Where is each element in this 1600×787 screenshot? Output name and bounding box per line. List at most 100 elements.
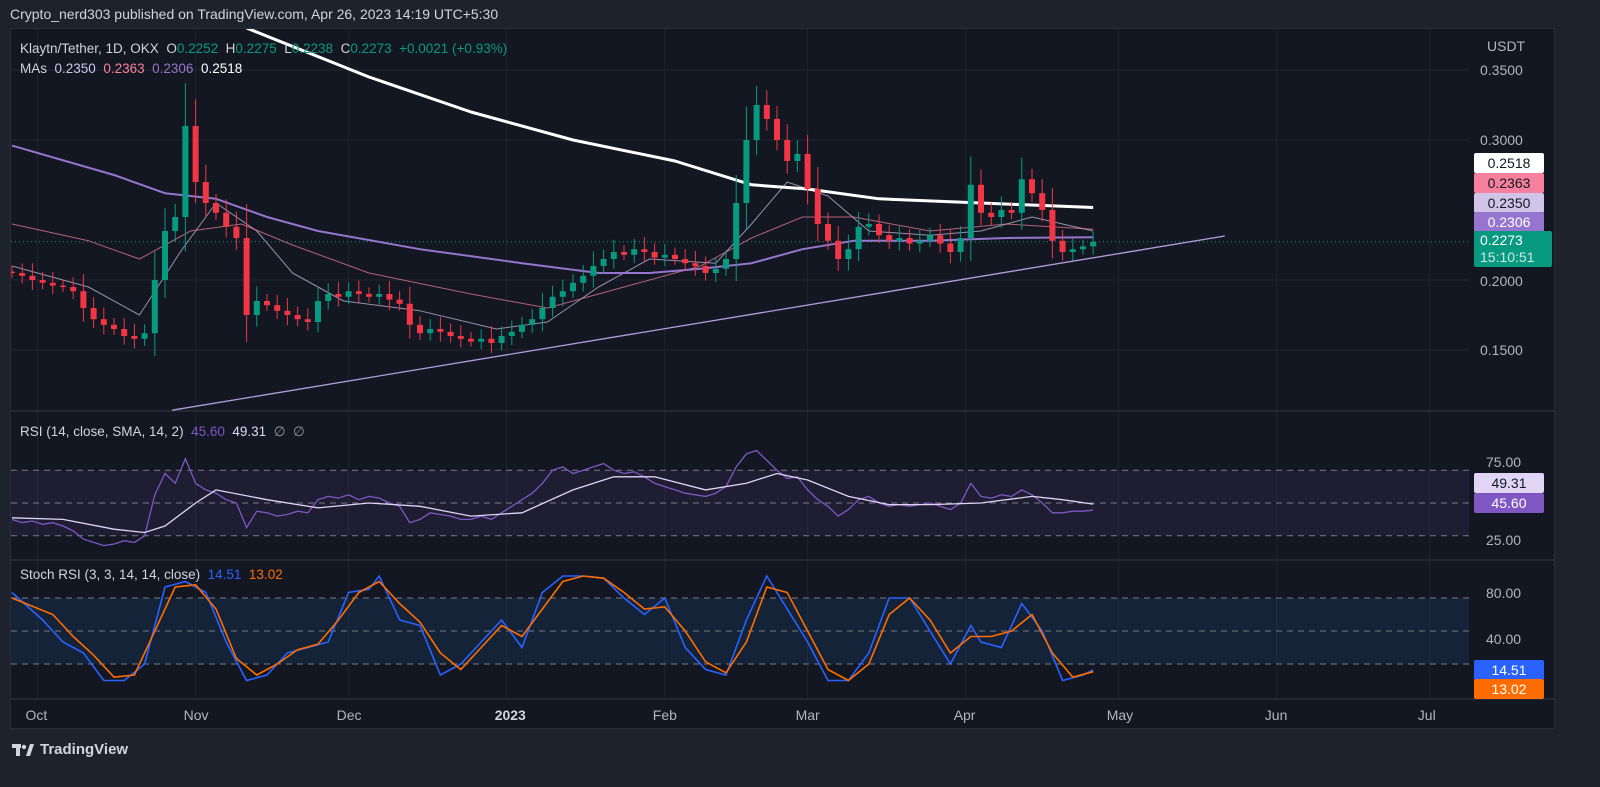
candle-body bbox=[794, 154, 801, 161]
candle-body bbox=[590, 266, 597, 276]
change-value: +0.0021 (+0.93%) bbox=[399, 41, 508, 56]
candle-body bbox=[1049, 210, 1056, 241]
candle-body bbox=[447, 331, 454, 336]
open-label: O bbox=[166, 41, 177, 56]
time-axis-label: Dec bbox=[336, 707, 362, 723]
candle-body bbox=[457, 336, 464, 339]
ma-label[interactable]: MAs bbox=[20, 61, 47, 76]
candle-body bbox=[355, 291, 362, 294]
candle-body bbox=[753, 105, 760, 140]
candle-body bbox=[1080, 246, 1086, 250]
close-value: 0.2273 bbox=[350, 41, 392, 56]
candle-body bbox=[417, 324, 423, 334]
candle-body bbox=[702, 266, 709, 273]
candle-body bbox=[1069, 249, 1076, 252]
ma100-line bbox=[11, 144, 1094, 274]
candle-body bbox=[957, 238, 964, 252]
candle-body bbox=[967, 184, 974, 238]
candle-body bbox=[580, 275, 587, 283]
candle-body bbox=[1018, 179, 1025, 213]
candle-body bbox=[621, 252, 627, 255]
time-axis-label: Jun bbox=[1264, 707, 1288, 723]
stoch-d-value: 13.02 bbox=[248, 567, 283, 582]
low-label: L bbox=[284, 41, 292, 56]
candle-body bbox=[264, 301, 270, 306]
ma50-price-tag: 0.2363 bbox=[1474, 173, 1544, 193]
last-price: 0.2273 bbox=[1480, 232, 1523, 248]
candle-body bbox=[253, 301, 260, 315]
candle-body bbox=[345, 291, 352, 297]
candle-body bbox=[151, 280, 158, 334]
candle-body bbox=[111, 324, 117, 329]
candle-body bbox=[529, 319, 536, 325]
candle-body bbox=[437, 329, 444, 332]
candle-body bbox=[519, 324, 525, 332]
candle-body bbox=[376, 294, 383, 297]
candle-body bbox=[488, 338, 495, 343]
candle-body bbox=[315, 301, 321, 322]
stoch-d-tag: 13.02 bbox=[1474, 679, 1544, 699]
candle-body bbox=[141, 333, 148, 339]
candle-body bbox=[886, 235, 893, 241]
rsi-legend: RSI (14, close, SMA, 14, 2) 45.60 49.31 … bbox=[20, 424, 305, 440]
candle-body bbox=[100, 319, 107, 325]
candle-body bbox=[651, 252, 658, 258]
candle-body bbox=[804, 154, 811, 189]
candle-body bbox=[121, 329, 128, 336]
candle-body bbox=[90, 308, 97, 320]
candle-body bbox=[274, 305, 281, 311]
symbol-name[interactable]: Klaytn/Tether, 1D, OKX bbox=[20, 41, 159, 56]
tradingview-logo-icon bbox=[12, 743, 34, 756]
candle-body bbox=[1090, 241, 1097, 247]
tradingview-logo[interactable]: TradingView bbox=[12, 741, 128, 758]
bar-countdown: 15:10:51 bbox=[1480, 249, 1535, 265]
rsi-tick: 25.00 bbox=[1486, 532, 1522, 548]
price-tick: 0.2000 bbox=[1480, 273, 1523, 289]
candle-body bbox=[243, 238, 250, 315]
high-value: 0.2275 bbox=[235, 41, 277, 56]
chart-canvas[interactable] bbox=[0, 0, 1600, 787]
last-price-tag: 0.2273 15:10:51 bbox=[1474, 231, 1552, 267]
ma200-value: 0.2518 bbox=[200, 61, 243, 76]
candle-body bbox=[733, 203, 740, 259]
candle-body bbox=[1059, 240, 1066, 252]
candle-body bbox=[549, 296, 556, 308]
candle-body bbox=[202, 182, 209, 203]
stoch-title[interactable]: Stoch RSI (3, 3, 14, 14, close) bbox=[20, 567, 200, 582]
candle-body bbox=[631, 249, 638, 255]
ma20-value: 0.2350 bbox=[54, 61, 96, 76]
stoch-k-value: 14.51 bbox=[207, 567, 242, 582]
candle-body bbox=[814, 189, 821, 224]
ma100-value: 0.2306 bbox=[152, 61, 194, 76]
candle-body bbox=[927, 235, 933, 241]
time-axis-label: May bbox=[1106, 707, 1134, 723]
ma50-value: 0.2363 bbox=[103, 61, 145, 76]
price-axis-unit: USDT bbox=[1487, 38, 1526, 54]
candle-body bbox=[213, 203, 219, 213]
candle-body bbox=[70, 287, 77, 292]
candle-body bbox=[406, 303, 413, 325]
candle-body bbox=[1039, 193, 1046, 210]
rsi-sma-value: 49.31 bbox=[232, 424, 267, 439]
candle-body bbox=[835, 240, 842, 259]
high-label: H bbox=[225, 41, 236, 56]
symbol-legend: Klaytn/Tether, 1D, OKX O0.2252 H0.2275 L… bbox=[20, 41, 507, 56]
candle-body bbox=[865, 224, 872, 227]
candle-body bbox=[396, 299, 403, 304]
time-axis-label: Nov bbox=[183, 707, 209, 723]
candle-body bbox=[19, 273, 26, 276]
candle-body bbox=[876, 224, 882, 236]
candle-body bbox=[294, 315, 301, 320]
rsi-tag: 45.60 bbox=[1474, 493, 1544, 513]
time-axis-label: Oct bbox=[25, 707, 48, 723]
candle-body bbox=[172, 217, 179, 231]
ma100-price-tag: 0.2306 bbox=[1474, 212, 1544, 232]
stoch-legend: Stoch RSI (3, 3, 14, 14, close) 14.51 13… bbox=[20, 567, 283, 582]
candle-body bbox=[682, 259, 689, 264]
ma200-price-tag: 0.2518 bbox=[1474, 153, 1544, 173]
candle-body bbox=[712, 268, 719, 273]
candle-body bbox=[978, 184, 984, 213]
candle-body bbox=[366, 294, 372, 297]
rsi-title[interactable]: RSI (14, close, SMA, 14, 2) bbox=[20, 424, 184, 439]
brand-name: TradingView bbox=[40, 741, 129, 758]
